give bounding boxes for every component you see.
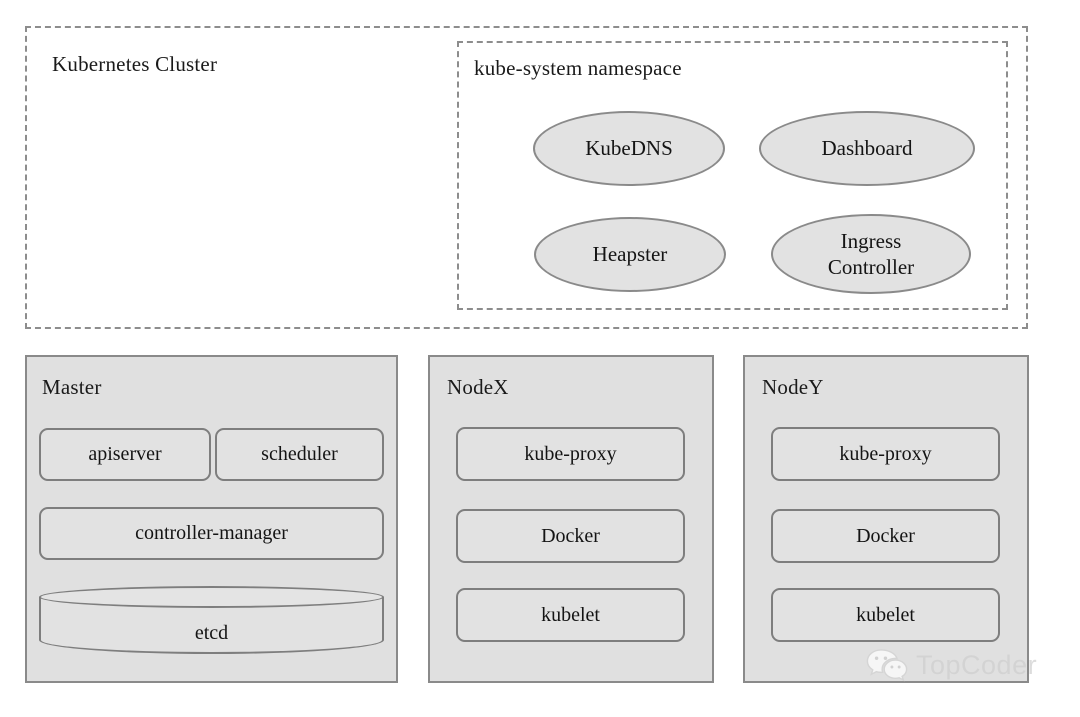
component-apiserver-label: apiserver [88, 443, 162, 465]
component-nodex-kubelet-label: kubelet [541, 603, 600, 626]
component-nodex-kube-proxy-label: kube-proxy [524, 442, 617, 465]
kubernetes-cluster-label: Kubernetes Cluster [52, 52, 218, 76]
pod-kubedns-label: KubeDNS [585, 136, 673, 161]
pod-ingress-controller-label-line2: Controller [827, 255, 915, 279]
component-apiserver[interactable]: apiserver [39, 428, 211, 481]
pod-heapster[interactable]: Heapster [534, 217, 726, 292]
component-nodex-docker-label: Docker [541, 524, 600, 547]
etcd-cylinder-top [39, 586, 384, 608]
component-nodey-kube-proxy[interactable]: kube-proxy [771, 427, 1000, 481]
watermark: TopCoder [866, 648, 1037, 682]
component-nodey-docker[interactable]: Docker [771, 509, 1000, 563]
component-controller-manager-label: controller-manager [135, 522, 288, 544]
pod-ingress-controller-label-line1: Ingress [840, 228, 902, 253]
node-master-label: Master [42, 375, 102, 399]
pod-kubedns[interactable]: KubeDNS [533, 111, 725, 186]
component-etcd-label: etcd [194, 621, 229, 644]
component-controller-manager[interactable]: controller-manager [39, 507, 384, 560]
component-etcd[interactable]: etcd [39, 586, 384, 654]
pod-dashboard[interactable]: Dashboard [759, 111, 975, 186]
node-nodex-label: NodeX [447, 375, 509, 399]
component-nodey-kubelet[interactable]: kubelet [771, 588, 1000, 642]
wechat-icon [866, 649, 908, 682]
diagram-canvas: Kubernetes Cluster kube-system namespace… [0, 0, 1080, 717]
component-nodex-docker[interactable]: Docker [456, 509, 685, 563]
component-scheduler[interactable]: scheduler [215, 428, 384, 481]
watermark-text: TopCoder [916, 649, 1038, 680]
pod-dashboard-label: Dashboard [821, 136, 913, 161]
component-nodey-kubelet-label: kubelet [856, 603, 915, 626]
pod-heapster-label: Heapster [592, 242, 668, 267]
component-nodey-docker-label: Docker [856, 524, 915, 547]
component-scheduler-label: scheduler [261, 443, 338, 465]
kube-system-namespace-label: kube-system namespace [474, 56, 682, 80]
node-nodey-label: NodeY [762, 375, 824, 399]
pod-ingress-controller[interactable]: Ingress Controller [771, 214, 971, 294]
component-nodex-kubelet[interactable]: kubelet [456, 588, 685, 642]
component-nodey-kube-proxy-label: kube-proxy [839, 442, 932, 465]
component-nodex-kube-proxy[interactable]: kube-proxy [456, 427, 685, 481]
